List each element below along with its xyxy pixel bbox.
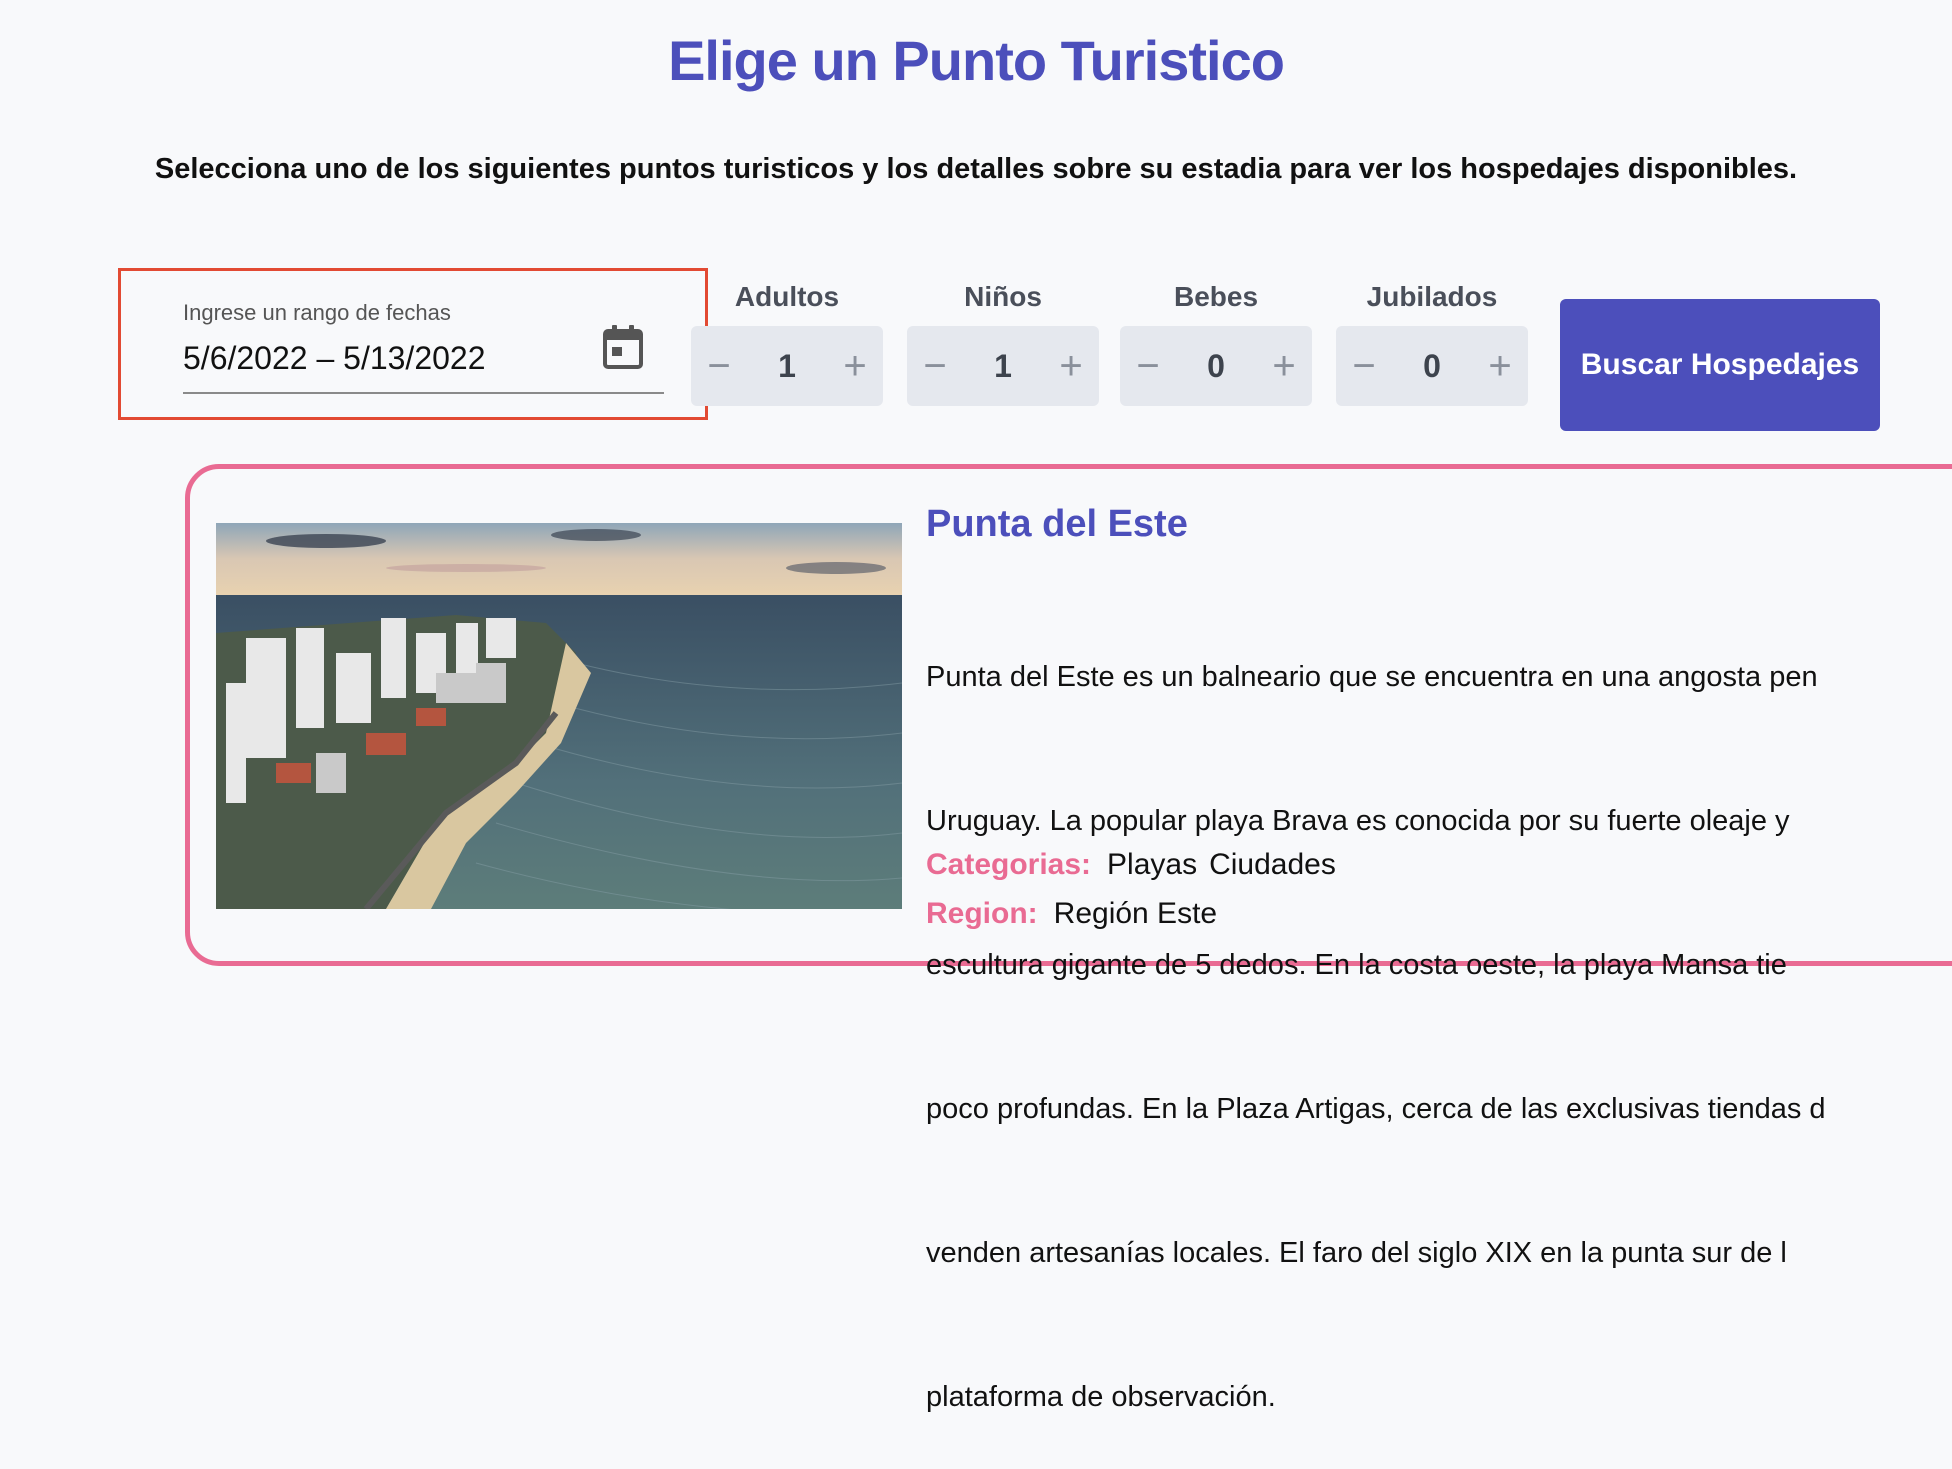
punta-del-este-photo bbox=[216, 523, 902, 909]
children-count: 1 bbox=[994, 347, 1012, 384]
children-decrement-button[interactable]: − bbox=[907, 326, 963, 406]
babies-label: Bebes bbox=[1173, 281, 1259, 312]
description-line: Uruguay. La popular playa Brava es conoc… bbox=[926, 805, 1790, 837]
seniors-label: Jubilados bbox=[1366, 281, 1498, 312]
category-tag: Playas bbox=[1107, 848, 1198, 881]
seniors-increment-button[interactable]: + bbox=[1472, 326, 1528, 406]
seniors-stepper: − 0 + bbox=[1336, 326, 1528, 406]
tourist-spot-description: Punta del Este es un balneario que se en… bbox=[926, 557, 1952, 1469]
seniors-decrement-button[interactable]: − bbox=[1336, 326, 1392, 406]
description-line: venden artesanías locales. El faro del s… bbox=[926, 1237, 1787, 1269]
tourist-spot-title[interactable]: Punta del Este bbox=[926, 503, 1188, 546]
babies-stepper: − 0 + bbox=[1120, 326, 1312, 406]
babies-decrement-button[interactable]: − bbox=[1120, 326, 1176, 406]
region-value: Región Este bbox=[1053, 897, 1218, 930]
adults-decrement-button[interactable]: − bbox=[691, 326, 747, 406]
date-range-underline bbox=[183, 392, 664, 394]
adults-stepper: − 1 + bbox=[691, 326, 883, 406]
children-increment-button[interactable]: + bbox=[1043, 326, 1099, 406]
adults-increment-button[interactable]: + bbox=[827, 326, 883, 406]
babies-increment-button[interactable]: + bbox=[1256, 326, 1312, 406]
adults-label: Adultos bbox=[734, 281, 840, 312]
description-line: Punta del Este es un balneario que se en… bbox=[926, 661, 1818, 693]
categories-row: Categorias: Playas Ciudades bbox=[926, 848, 1348, 882]
seniors-count: 0 bbox=[1423, 347, 1441, 384]
page-title: Elige un Punto Turistico bbox=[668, 29, 1285, 92]
children-stepper: − 1 + bbox=[907, 326, 1099, 406]
description-line: plataforma de observación. bbox=[926, 1381, 1276, 1413]
babies-count: 0 bbox=[1207, 347, 1225, 384]
adults-count: 1 bbox=[778, 347, 796, 384]
category-tag: Ciudades bbox=[1209, 848, 1336, 881]
categories-label: Categorias: bbox=[926, 848, 1092, 881]
calendar-icon[interactable] bbox=[602, 324, 644, 370]
region-row: Region: Región Este bbox=[926, 897, 1229, 931]
children-label: Niños bbox=[964, 281, 1042, 312]
page-subtitle: Selecciona uno de los siguientes puntos … bbox=[154, 153, 1798, 185]
date-range-label: Ingrese un rango de fechas bbox=[183, 300, 451, 325]
search-lodging-button[interactable]: Buscar Hospedajes bbox=[1560, 299, 1880, 431]
date-range-input[interactable]: 5/6/2022 – 5/13/2022 bbox=[183, 340, 486, 377]
region-label: Region: bbox=[926, 897, 1038, 930]
description-line: poco profundas. En la Plaza Artigas, cer… bbox=[926, 1093, 1826, 1125]
